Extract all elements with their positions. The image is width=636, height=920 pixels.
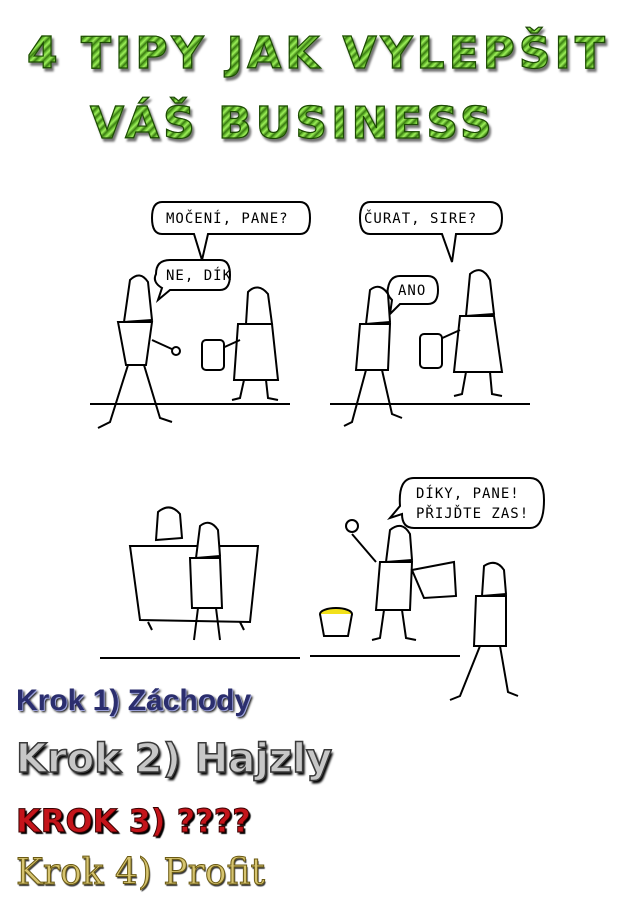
comic-panel-2-art: ČURAT, SIRE? ANO <box>330 201 530 427</box>
speech-customer-text: ANO <box>398 283 426 299</box>
comic-panel-2: ČURAT, SIRE? ANO <box>330 190 530 440</box>
speech-vendor-text-line2: PŘIJĎTE ZAS! <box>416 505 529 522</box>
step-3-text: KROK 3) ???? <box>16 802 252 841</box>
comic-panel-4-art: DÍKY, PANE! PŘIJĎTE ZAS! <box>310 477 546 701</box>
customer-figure <box>188 521 224 641</box>
vendor-figure <box>345 519 458 641</box>
bucket <box>319 613 353 637</box>
step-1-text: Krok 1) Záchody <box>16 684 252 717</box>
customer-walking-away-figure <box>449 561 519 701</box>
comic-panel-4: DÍKY, PANE! PŘIJĎTE ZAS! <box>310 470 550 710</box>
customer-figure <box>97 274 181 429</box>
speech-vendor-text: ČURAT, SIRE? <box>364 209 477 227</box>
speech-vendor-text-line1: DÍKY, PANE! <box>416 485 520 502</box>
comic-panel-3 <box>100 490 300 680</box>
title-line-2: váš business <box>89 97 496 149</box>
comic-panel-1-art: MOČENÍ, PANE? NE, DÍK <box>90 201 312 429</box>
speech-vendor-text: MOČENÍ, PANE? <box>166 209 289 227</box>
step-2-text: Krok 2) Hajzly <box>15 735 333 783</box>
comic-panel-1: MOČENÍ, PANE? NE, DÍK <box>90 190 312 440</box>
vendor-figure <box>201 286 280 401</box>
title-line-1: 4 tipy jak vylepšit <box>0 27 636 79</box>
speech-customer-text: NE, DÍK <box>166 267 232 284</box>
step-4-text: Krok 4) Profit <box>15 852 266 894</box>
comic-panel-3-art <box>100 506 300 659</box>
